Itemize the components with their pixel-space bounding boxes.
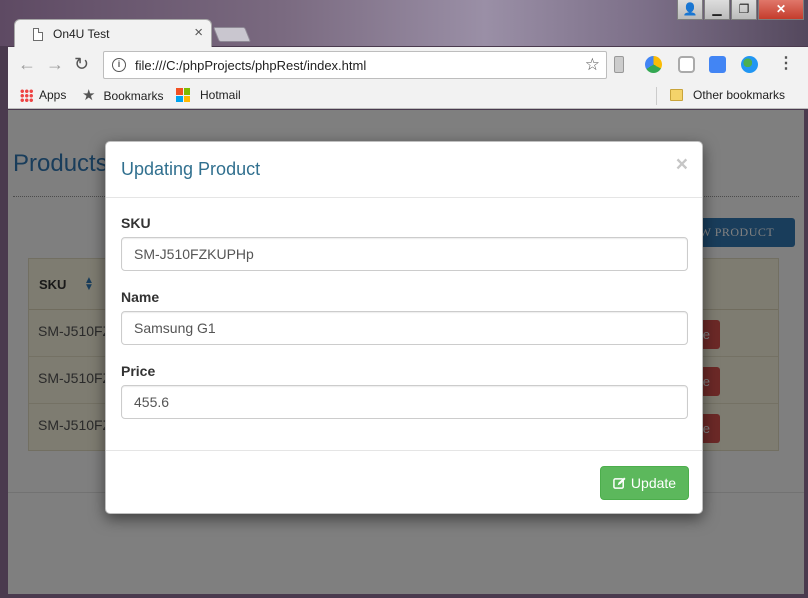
star-icon: ★: [82, 87, 96, 104]
reload-icon[interactable]: ↻: [74, 55, 89, 73]
bookmarks-bar: Apps ★ Bookmarks Hotmail Other bookmarks: [8, 83, 808, 109]
bookmark-bookmarks-label: Bookmarks: [103, 88, 164, 103]
price-input[interactable]: [121, 385, 688, 419]
browser-menu-icon[interactable]: ⋮: [778, 56, 794, 72]
modal-footer: [106, 450, 702, 451]
modal-title: Updating Product: [121, 159, 261, 179]
price-label: Price: [121, 363, 156, 379]
browser-tab[interactable]: On4U Test ×: [14, 19, 212, 48]
page-icon: [33, 28, 43, 41]
sku-label: SKU: [121, 215, 151, 231]
bookmark-star-icon[interactable]: ☆: [585, 55, 600, 75]
extension-color-icon[interactable]: [645, 56, 662, 73]
bookmark-other-label: Other bookmarks: [693, 88, 786, 102]
update-product-modal: Updating Product × SKU Name Price Update: [105, 141, 703, 514]
sku-input[interactable]: [121, 237, 688, 271]
bookmarks-divider: [656, 87, 657, 105]
minimize-button[interactable]: ▁: [704, 0, 730, 20]
url-text: file:///C:/phpProjects/phpRest/index.htm…: [135, 58, 367, 73]
tab-close-icon[interactable]: ×: [194, 25, 203, 40]
translate-icon[interactable]: [709, 56, 726, 73]
info-icon[interactable]: i: [112, 58, 126, 72]
browser-toolbar: ← → ↻ i file:///C:/phpProjects/phpRest/i…: [8, 47, 808, 83]
new-tab-button[interactable]: [212, 27, 252, 42]
microsoft-logo-icon: [176, 88, 190, 102]
folder-icon: [670, 89, 683, 101]
update-button[interactable]: Update: [600, 466, 689, 500]
extension-shield-icon[interactable]: [678, 56, 695, 73]
apps-grid-icon: [20, 88, 33, 102]
bookmark-apps-label: Apps: [39, 88, 67, 102]
tab-title: On4U Test: [53, 27, 110, 41]
globe-icon[interactable]: [741, 56, 758, 73]
bookmark-other[interactable]: Other bookmarks: [670, 88, 785, 102]
close-window-button[interactable]: ✕: [758, 0, 804, 20]
bookmark-bookmarks[interactable]: ★ Bookmarks: [82, 88, 163, 103]
profile-icon[interactable]: 👤: [677, 0, 703, 20]
address-bar[interactable]: i file:///C:/phpProjects/phpRest/index.h…: [103, 51, 607, 79]
update-button-label: Update: [630, 475, 677, 491]
forward-arrow-icon[interactable]: →: [46, 55, 64, 73]
modal-header: Updating Product ×: [106, 142, 702, 198]
window-titlebar: On4U Test × 👤 ▁ ❐ ✕: [0, 0, 808, 48]
bookmark-hotmail[interactable]: Hotmail: [176, 88, 241, 102]
name-input[interactable]: [121, 311, 688, 345]
back-arrow-icon[interactable]: ←: [18, 55, 36, 73]
bookmark-apps[interactable]: Apps: [20, 88, 66, 102]
window-controls: 👤 ▁ ❐ ✕: [676, 0, 804, 20]
edit-icon: [613, 476, 626, 489]
extension-usb-icon[interactable]: [614, 56, 624, 73]
maximize-button[interactable]: ❐: [731, 0, 757, 20]
name-label: Name: [121, 289, 160, 305]
close-icon[interactable]: ×: [676, 154, 688, 175]
bookmark-hotmail-label: Hotmail: [200, 88, 241, 102]
